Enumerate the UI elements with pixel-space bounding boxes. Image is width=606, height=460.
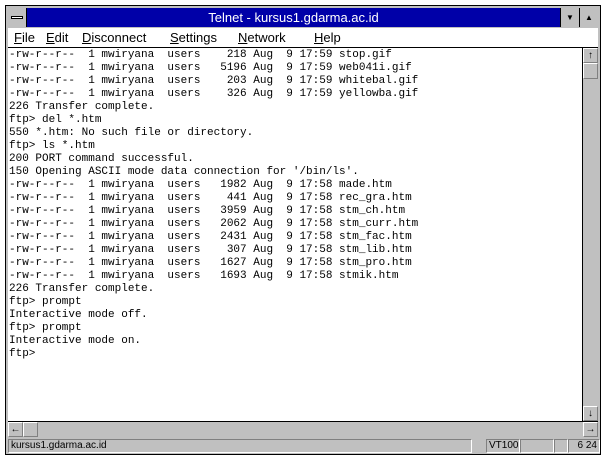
terminal-line: 150 Opening ASCII mode data connection f… <box>9 166 359 178</box>
terminal-line: -rw-r--r-- 1 mwiryana users 3959 Aug 9 1… <box>9 205 406 217</box>
menu-file[interactable]: File <box>14 30 35 45</box>
terminal-line: Interactive mode off. <box>9 309 148 321</box>
menu-network[interactable]: Network <box>238 30 286 45</box>
terminal-line: ftp> <box>9 348 36 360</box>
status-field-4 <box>554 439 568 453</box>
terminal-line: 200 PORT command successful. <box>9 153 194 165</box>
menu-edit[interactable]: Edit <box>46 30 68 45</box>
arrow-up-icon: ↑ <box>588 50 593 61</box>
terminal-line: -rw-r--r-- 1 mwiryana users 1627 Aug 9 1… <box>9 257 412 269</box>
status-cursor-position: 6 24 <box>568 439 600 453</box>
scroll-up-button[interactable]: ↑ <box>583 48 598 63</box>
terminal-line: ftp> prompt <box>9 296 82 308</box>
terminal-line: -rw-r--r-- 1 mwiryana users 2062 Aug 9 1… <box>9 218 419 230</box>
scroll-left-button[interactable]: ← <box>8 422 23 437</box>
vertical-scroll-thumb[interactable] <box>583 63 598 79</box>
terminal-line: ftp> ls *.htm <box>9 140 95 152</box>
terminal-line: ftp> prompt <box>9 322 82 334</box>
minimize-button[interactable]: ▼ <box>560 8 579 27</box>
terminal-line: -rw-r--r-- 1 mwiryana users 307 Aug 9 17… <box>9 244 412 256</box>
status-field-3 <box>520 439 554 453</box>
maximize-icon: ▲ <box>585 13 593 22</box>
telnet-window: Telnet - kursus1.gdarma.ac.id ▼ ▲ File E… <box>5 5 601 455</box>
arrow-down-icon: ↓ <box>588 408 593 419</box>
terminal-line: -rw-r--r-- 1 mwiryana users 326 Aug 9 17… <box>9 88 419 100</box>
vertical-scrollbar[interactable]: ↑ ↓ <box>582 48 598 421</box>
horizontal-scroll-thumb[interactable] <box>23 422 38 437</box>
scroll-down-button[interactable]: ↓ <box>583 406 598 421</box>
menu-bar: File Edit Disconnect Settings Network He… <box>8 28 598 48</box>
terminal-output: -rw-r--r-- 1 mwiryana users 218 Aug 9 17… <box>8 48 582 361</box>
terminal-line: 550 *.htm: No such file or directory. <box>9 127 254 139</box>
menu-help[interactable]: Help <box>314 30 341 45</box>
horizontal-scrollbar[interactable]: ← → <box>8 421 598 437</box>
arrow-left-icon: ← <box>10 424 21 435</box>
status-bar: kursus1.gdarma.ac.id VT100 6 24 <box>8 438 600 453</box>
terminal-screen[interactable]: -rw-r--r-- 1 mwiryana users 218 Aug 9 17… <box>8 48 582 421</box>
terminal-line: -rw-r--r-- 1 mwiryana users 1693 Aug 9 1… <box>9 270 399 282</box>
terminal-line: -rw-r--r-- 1 mwiryana users 2431 Aug 9 1… <box>9 231 412 243</box>
title-bar[interactable]: Telnet - kursus1.gdarma.ac.id ▼ ▲ <box>8 8 598 27</box>
scroll-right-button[interactable]: → <box>583 422 598 437</box>
status-terminal-type: VT100 <box>486 439 520 453</box>
menu-disconnect[interactable]: Disconnect <box>82 30 146 45</box>
terminal-line: -rw-r--r-- 1 mwiryana users 5196 Aug 9 1… <box>9 62 412 74</box>
arrow-right-icon: → <box>585 424 596 435</box>
window-title: Telnet - kursus1.gdarma.ac.id <box>208 10 379 25</box>
terminal-line: 226 Transfer complete. <box>9 283 155 295</box>
maximize-button[interactable]: ▲ <box>579 8 598 27</box>
minimize-icon: ▼ <box>566 13 574 22</box>
terminal-line: -rw-r--r-- 1 mwiryana users 218 Aug 9 17… <box>9 49 392 61</box>
system-menu-button[interactable] <box>8 8 27 27</box>
system-menu-icon <box>11 16 23 19</box>
terminal-line: -rw-r--r-- 1 mwiryana users 441 Aug 9 17… <box>9 192 412 204</box>
terminal-line: ftp> del *.htm <box>9 114 102 126</box>
terminal-line: Interactive mode on. <box>9 335 142 347</box>
terminal-line: -rw-r--r-- 1 mwiryana users 203 Aug 9 17… <box>9 75 419 87</box>
status-host: kursus1.gdarma.ac.id <box>8 439 472 453</box>
terminal-line: 226 Transfer complete. <box>9 101 155 113</box>
terminal-line: -rw-r--r-- 1 mwiryana users 1982 Aug 9 1… <box>9 179 392 191</box>
menu-settings[interactable]: Settings <box>170 30 217 45</box>
